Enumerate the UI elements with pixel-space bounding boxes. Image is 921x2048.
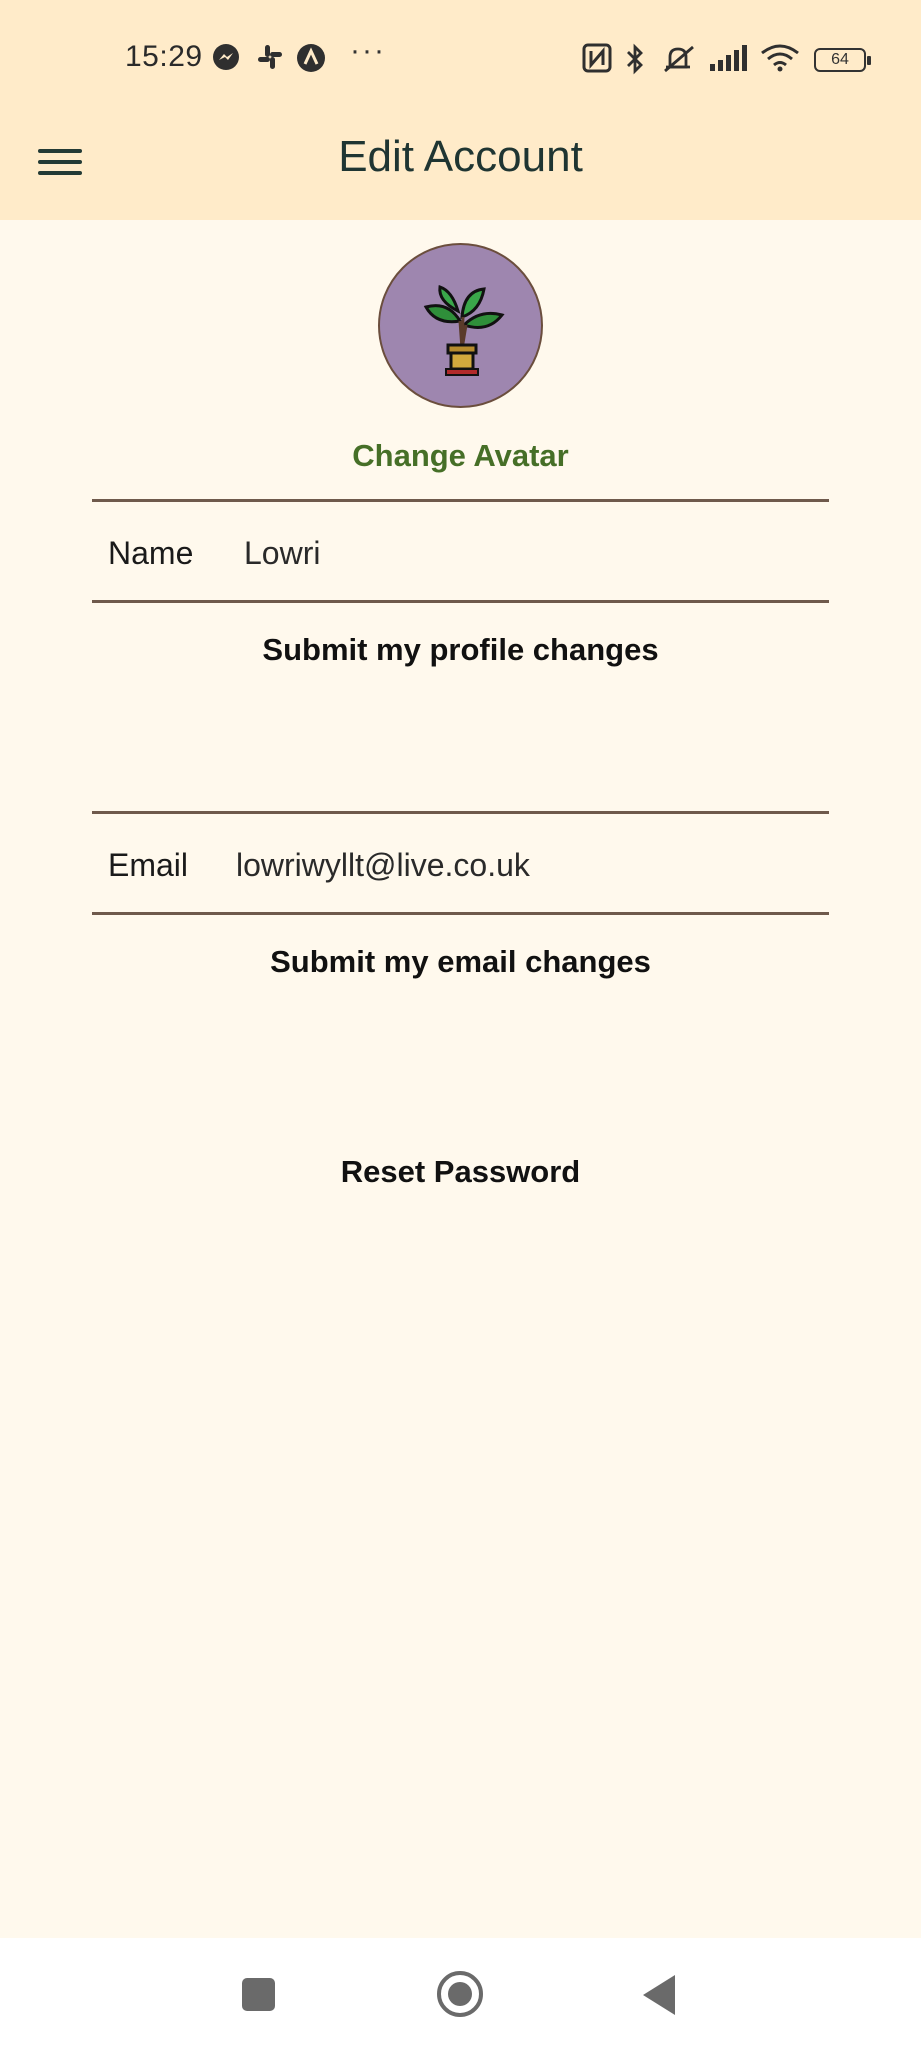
battery-icon: 64 <box>814 48 871 72</box>
overflow-indicator: ··· <box>350 34 386 67</box>
name-field[interactable] <box>244 530 804 576</box>
recents-icon[interactable] <box>242 1978 275 2011</box>
app-bar: Edit Account <box>0 120 921 220</box>
divider <box>92 912 829 915</box>
wifi-icon <box>760 43 800 73</box>
home-icon[interactable] <box>437 1971 483 2017</box>
bluetooth-icon <box>624 43 646 75</box>
submit-profile-button[interactable]: Submit my profile changes <box>0 632 921 668</box>
reset-password-button[interactable]: Reset Password <box>0 1154 921 1190</box>
edit-account-screen: 15:29 ··· 64 Edit Account Change Avatar … <box>0 0 921 2048</box>
page-title: Edit Account <box>338 132 583 181</box>
divider <box>92 499 829 502</box>
signal-icon <box>708 43 750 73</box>
submit-email-button[interactable]: Submit my email changes <box>0 944 921 980</box>
silent-icon <box>660 43 700 75</box>
divider <box>92 811 829 814</box>
back-icon[interactable] <box>643 1975 675 2015</box>
name-label: Name <box>108 535 194 571</box>
messenger-icon <box>212 43 240 71</box>
arc-icon <box>296 43 326 73</box>
header: 15:29 ··· 64 Edit Account <box>0 0 921 220</box>
status-time: 15:29 <box>125 40 203 73</box>
avatar[interactable] <box>378 243 543 408</box>
email-label: Email <box>108 847 189 883</box>
nfc-icon <box>582 43 612 73</box>
system-nav-bar <box>0 1938 921 2048</box>
status-bar: 15:29 ··· 64 <box>0 0 921 120</box>
email-field[interactable] <box>236 842 816 888</box>
slack-icon <box>256 43 284 71</box>
change-avatar-button[interactable]: Change Avatar <box>0 438 921 474</box>
divider <box>92 600 829 603</box>
potted-plant-icon <box>423 285 505 376</box>
